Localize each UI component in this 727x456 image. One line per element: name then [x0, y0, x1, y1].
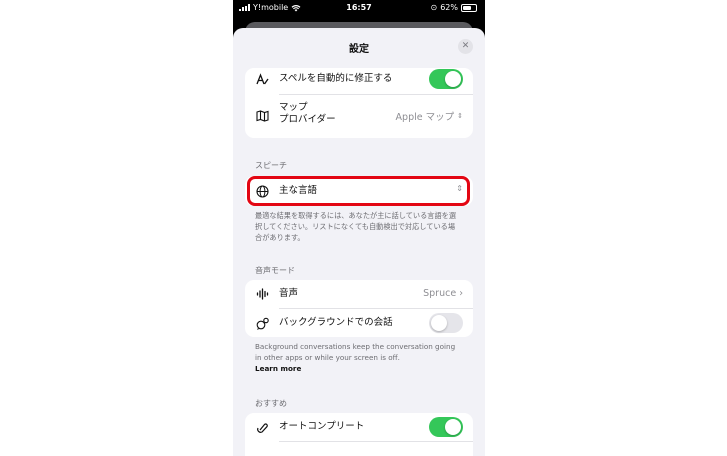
general-card: スペルを自動的に修正する マップ プロバイダー Apple マップ ⇕: [245, 68, 473, 138]
status-bar: Y!mobile 16:57 ⊙ 62%: [233, 0, 485, 16]
voice-row[interactable]: 音声 Spruce ›: [245, 280, 473, 308]
map-provider-row[interactable]: マップ プロバイダー Apple マップ ⇕: [245, 95, 473, 138]
recommended-section-header: おすすめ: [255, 399, 287, 408]
waveform-icon: [255, 287, 269, 301]
text-format-icon: [255, 72, 269, 86]
battery-percent: 62%: [440, 3, 458, 12]
speech-section-header: スピーチ: [255, 161, 287, 170]
spell-correct-row: スペルを自動的に修正する: [245, 68, 473, 90]
phone-screen: Y!mobile 16:57 ⊙ 62% 設定 ✕ スペルを自動的に修正する マ…: [233, 0, 485, 456]
spell-correct-label: スペルを自動的に修正する: [279, 73, 393, 84]
map-provider-label-line1: マップ: [279, 102, 308, 113]
close-icon[interactable]: ✕: [458, 39, 473, 54]
sheet-title: 設定: [349, 44, 369, 55]
map-provider-label-line2: プロバイダー: [279, 114, 336, 125]
divider: [279, 441, 473, 442]
autocomplete-label: オートコンプリート: [279, 421, 365, 432]
highlight-box: [247, 176, 470, 206]
learn-more-link[interactable]: Learn more: [255, 364, 301, 373]
chevron-updown-icon: ⇕: [457, 112, 463, 120]
voice-mode-section-header: 音声モード: [255, 266, 295, 275]
autocomplete-icon: [255, 420, 269, 434]
map-icon: [255, 109, 269, 123]
autocomplete-row: オートコンプリート: [245, 413, 473, 441]
recommended-card: オートコンプリート: [245, 413, 473, 456]
map-provider-label: マップ プロバイダー: [279, 102, 336, 126]
voice-value: Spruce ›: [423, 288, 463, 299]
map-provider-value[interactable]: Apple マップ ⇕: [396, 109, 463, 123]
background-conversation-label: バックグラウンドでの会話: [279, 317, 393, 328]
voice-mode-note-text: Background conversations keep the conver…: [255, 342, 456, 362]
background-conversation-row: バックグラウンドでの会話: [245, 309, 473, 337]
background-chat-icon: [255, 316, 269, 330]
battery-icon: [461, 3, 477, 12]
voice-mode-card: 音声 Spruce › バックグラウンドでの会話: [245, 280, 473, 337]
voice-label: 音声: [279, 288, 299, 299]
spell-correct-toggle[interactable]: [429, 69, 463, 89]
chevron-right-icon: ›: [459, 288, 463, 299]
speech-note: 最適な結果を取得するには、あなたが主に話している言語を選択してください。リストに…: [255, 211, 457, 242]
orientation-lock-icon: ⊙: [430, 3, 438, 12]
voice-mode-note: Background conversations keep the conver…: [255, 341, 461, 374]
autocomplete-toggle[interactable]: [429, 417, 463, 437]
background-conversation-toggle[interactable]: [429, 313, 463, 333]
settings-sheet: 設定 ✕ スペルを自動的に修正する マップ プロバイダー Apple マップ ⇕…: [233, 28, 485, 456]
